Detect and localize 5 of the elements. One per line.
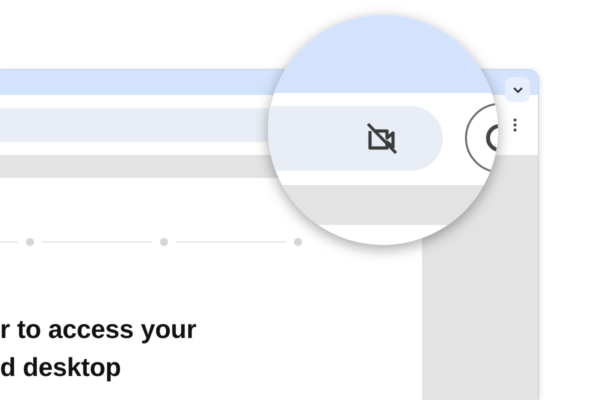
tab-search-button[interactable] <box>505 77 530 102</box>
profile-icon[interactable] <box>464 102 498 174</box>
chevron-down-icon <box>512 86 522 92</box>
heading: r to access your d desktop <box>0 313 198 384</box>
menu-icon[interactable] <box>513 118 517 132</box>
